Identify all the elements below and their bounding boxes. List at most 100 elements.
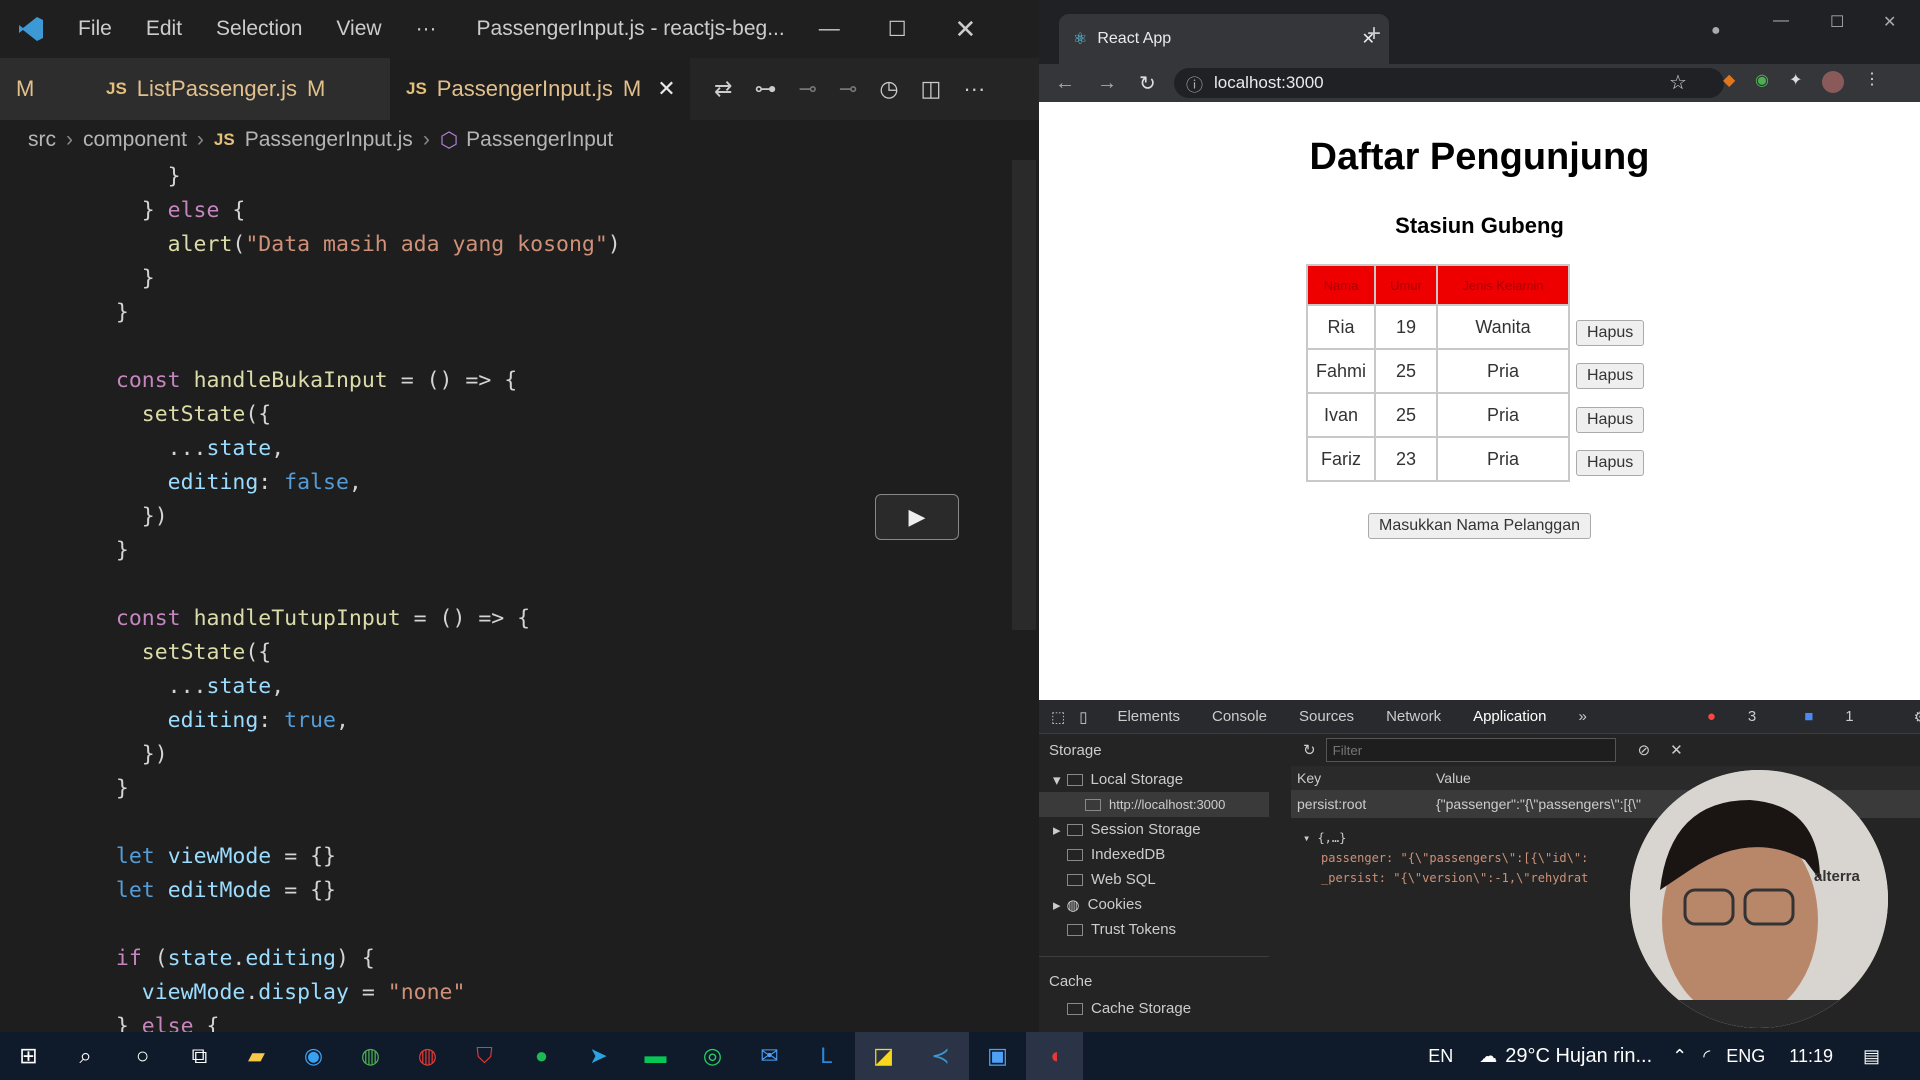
maximize-icon[interactable]: ☐ — [1830, 12, 1844, 32]
mail-icon[interactable]: ✉ — [741, 1032, 798, 1080]
whatsapp-icon[interactable]: ◎ — [684, 1032, 741, 1080]
maximize-icon[interactable]: ☐ — [888, 17, 907, 42]
address-bar[interactable]: ⓘ localhost:3000 — [1174, 68, 1724, 98]
tab-partial[interactable]: M — [0, 58, 90, 120]
hapus-button-fahmi[interactable]: Hapus — [1576, 363, 1645, 389]
chevron-up-icon[interactable]: ⌃ — [1672, 1046, 1687, 1067]
tab-close-icon[interactable]: ✕ — [657, 76, 675, 102]
tab-network[interactable]: Network — [1386, 708, 1441, 725]
telegram-icon[interactable]: ➤ — [570, 1032, 627, 1080]
delete-selected-icon[interactable]: ✕ — [1670, 741, 1683, 759]
menu-file[interactable]: File — [78, 17, 112, 41]
launcher-icon[interactable]: L — [798, 1032, 855, 1080]
tab-console[interactable]: Console — [1212, 708, 1267, 725]
edge-icon[interactable]: ◉ — [285, 1032, 342, 1080]
mcafee-icon[interactable]: ⛉ — [456, 1032, 513, 1080]
forward-icon[interactable]: → — [1097, 72, 1117, 95]
clock[interactable]: 11:19 — [1789, 1046, 1833, 1067]
minimize-icon[interactable]: — — [1773, 12, 1789, 30]
add-customer-button[interactable]: Masukkan Nama Pelanggan — [1367, 513, 1591, 539]
refresh-icon[interactable]: ↻ — [1303, 741, 1316, 759]
sticky-notes-icon[interactable]: ◪ — [855, 1032, 912, 1080]
tree-localhost-origin[interactable]: http://localhost:3000 — [1039, 792, 1269, 817]
menu-edit[interactable]: Edit — [146, 17, 182, 41]
error-count-badge[interactable]: ● 3 — [1707, 708, 1788, 725]
col-key[interactable]: Key — [1291, 770, 1436, 786]
cortana-icon[interactable]: ○ — [114, 1032, 171, 1080]
task-view-icon[interactable]: ⧉ — [171, 1032, 228, 1080]
ime-indicator[interactable]: ENG — [1726, 1046, 1765, 1067]
back-icon[interactable]: ← — [1055, 72, 1075, 95]
tree-indexeddb[interactable]: IndexedDB — [1039, 842, 1269, 867]
file-explorer-icon[interactable]: ▰ — [228, 1032, 285, 1080]
tab-sources[interactable]: Sources — [1299, 708, 1354, 725]
chrome-icon[interactable]: ◍ — [342, 1032, 399, 1080]
tab-elements[interactable]: Elements — [1117, 708, 1180, 725]
tab-more[interactable]: » — [1578, 708, 1586, 725]
windows-start-icon[interactable]: ⊞ — [0, 1032, 57, 1080]
reload-icon[interactable]: ↻ — [1139, 71, 1156, 96]
recorder-icon[interactable]: ◖ — [1026, 1032, 1083, 1080]
search-icon[interactable]: ⌕ — [57, 1032, 114, 1080]
tree-local-storage[interactable]: ▾ Local Storage — [1039, 767, 1269, 792]
tab-application[interactable]: Application — [1473, 708, 1546, 725]
tree-session-storage[interactable]: ▸ Session Storage — [1039, 817, 1269, 842]
menu-selection[interactable]: Selection — [216, 17, 302, 41]
spotify-icon[interactable]: ● — [513, 1032, 570, 1080]
git-commit-icon[interactable]: ⊶ — [754, 76, 776, 102]
close-icon[interactable]: ✕ — [1883, 12, 1896, 32]
wifi-icon[interactable]: ◜ — [1703, 1046, 1710, 1067]
browser-tab[interactable]: ⚛ React App ✕ — [1059, 14, 1389, 64]
menu-view[interactable]: View — [336, 17, 381, 41]
clear-all-icon[interactable]: ⊘ — [1638, 741, 1651, 759]
weather-text[interactable]: 29°C Hujan rin... — [1505, 1045, 1652, 1068]
line-icon[interactable]: ▬ — [627, 1032, 684, 1080]
hapus-button-fariz[interactable]: Hapus — [1576, 450, 1645, 476]
menu-more[interactable]: ··· — [416, 17, 437, 41]
settings-gear-icon[interactable]: ⚙ — [1914, 708, 1920, 726]
git-prev-icon[interactable]: ⊸ — [798, 76, 816, 102]
filter-input[interactable] — [1325, 738, 1616, 762]
tab-listpassenger[interactable]: JS ListPassenger.js M — [90, 58, 390, 120]
git-next-icon[interactable]: ⊸ — [839, 76, 857, 102]
device-toggle-icon[interactable]: ▯ — [1079, 708, 1087, 726]
video-play-button[interactable]: ▶ — [875, 494, 959, 540]
breadcrumb-src[interactable]: src — [28, 128, 56, 152]
weather-icon[interactable]: ☁ — [1479, 1046, 1497, 1067]
more-actions-icon[interactable]: ··· — [963, 76, 985, 102]
tree-websql[interactable]: Web SQL — [1039, 867, 1269, 892]
vscode-taskbar-icon[interactable]: ≺ — [912, 1032, 969, 1080]
code-editor[interactable]: } } else { alert("Data masih ada yang ko… — [0, 160, 1010, 1039]
breadcrumb-component[interactable]: component — [83, 128, 187, 152]
tab-passengerinput[interactable]: JS PassengerInput.js M ✕ — [390, 58, 690, 120]
extension-fox-icon[interactable]: ◆ — [1723, 70, 1735, 90]
breadcrumb-symbol[interactable]: PassengerInput — [466, 128, 613, 152]
message-count-badge[interactable]: ■ 1 — [1804, 708, 1885, 725]
col-value[interactable]: Value — [1436, 770, 1471, 786]
timeline-icon[interactable]: ◷ — [879, 76, 898, 102]
input-language[interactable]: EN — [1428, 1046, 1453, 1067]
tree-cookies[interactable]: ▸ ◍ Cookies — [1039, 892, 1269, 917]
photos-icon[interactable]: ▣ — [969, 1032, 1026, 1080]
hapus-button-ria[interactable]: Hapus — [1576, 320, 1645, 346]
close-icon[interactable]: ✕ — [955, 14, 977, 45]
minimize-icon[interactable]: — — [819, 17, 840, 41]
bookmark-star-icon[interactable]: ☆ — [1669, 70, 1687, 95]
vscode-logo-icon[interactable] — [4, 15, 58, 43]
hapus-button-ivan[interactable]: Hapus — [1576, 407, 1645, 433]
notifications-icon[interactable]: ▤ — [1863, 1046, 1880, 1067]
tree-cache-storage[interactable]: Cache Storage — [1039, 996, 1269, 1021]
breadcrumb-file[interactable]: PassengerInput.js — [245, 128, 413, 152]
tree-trust-tokens[interactable]: Trust Tokens — [1039, 917, 1269, 942]
split-editor-icon[interactable]: ◫ — [921, 76, 942, 102]
avatar[interactable] — [1822, 71, 1844, 93]
chrome-alt-icon[interactable]: ◍ — [399, 1032, 456, 1080]
extension-color-icon[interactable]: ◉ — [1755, 70, 1769, 90]
extensions-puzzle-icon[interactable]: ✦ — [1789, 70, 1802, 90]
inspect-icon[interactable]: ⬚ — [1051, 708, 1065, 726]
editor-scrollbar[interactable] — [1012, 160, 1036, 630]
compare-changes-icon[interactable]: ⇄ — [714, 76, 732, 102]
profile-dot-icon[interactable]: ● — [1711, 22, 1721, 40]
new-tab-icon[interactable]: + — [1367, 20, 1381, 48]
browser-menu-icon[interactable]: ⋮ — [1864, 69, 1880, 89]
